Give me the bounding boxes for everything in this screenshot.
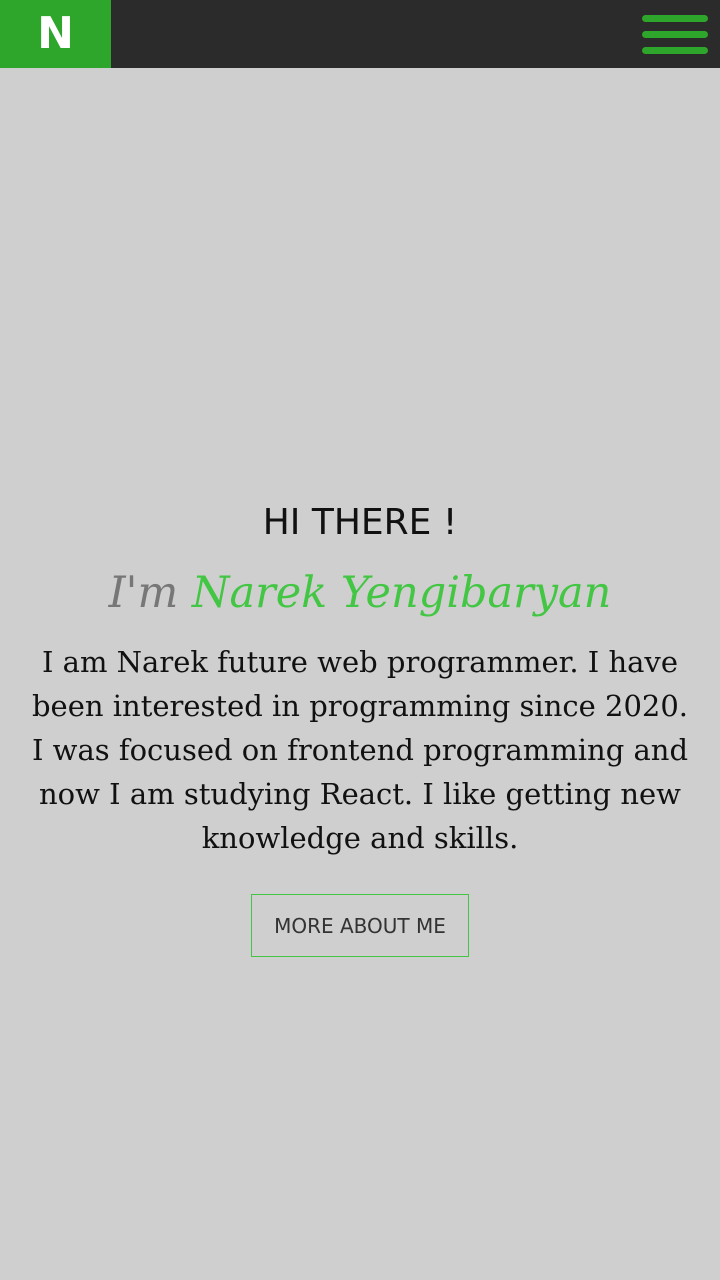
intro-prefix: I'm bbox=[108, 568, 179, 618]
hamburger-menu-icon[interactable] bbox=[640, 8, 710, 60]
menu-bar-middle bbox=[642, 30, 708, 38]
hero-name: Narek Yengibaryan bbox=[191, 568, 612, 618]
about-text: I am Narek future web programmer. I have… bbox=[31, 645, 689, 856]
hero-greeting: HI THERE ! bbox=[262, 502, 458, 543]
logo[interactable]: N bbox=[0, 0, 111, 68]
hero-section: HI THERE ! I'm Narek Yengibaryan I am Na… bbox=[0, 500, 720, 958]
site-header: N bbox=[0, 0, 720, 68]
hero-introduction: I'm Narek Yengibaryan bbox=[0, 568, 720, 618]
menu-bar-top bbox=[642, 14, 708, 22]
menu-bar-bottom bbox=[642, 46, 708, 54]
more-about-me-button[interactable]: MORE ABOUT ME bbox=[251, 894, 469, 958]
